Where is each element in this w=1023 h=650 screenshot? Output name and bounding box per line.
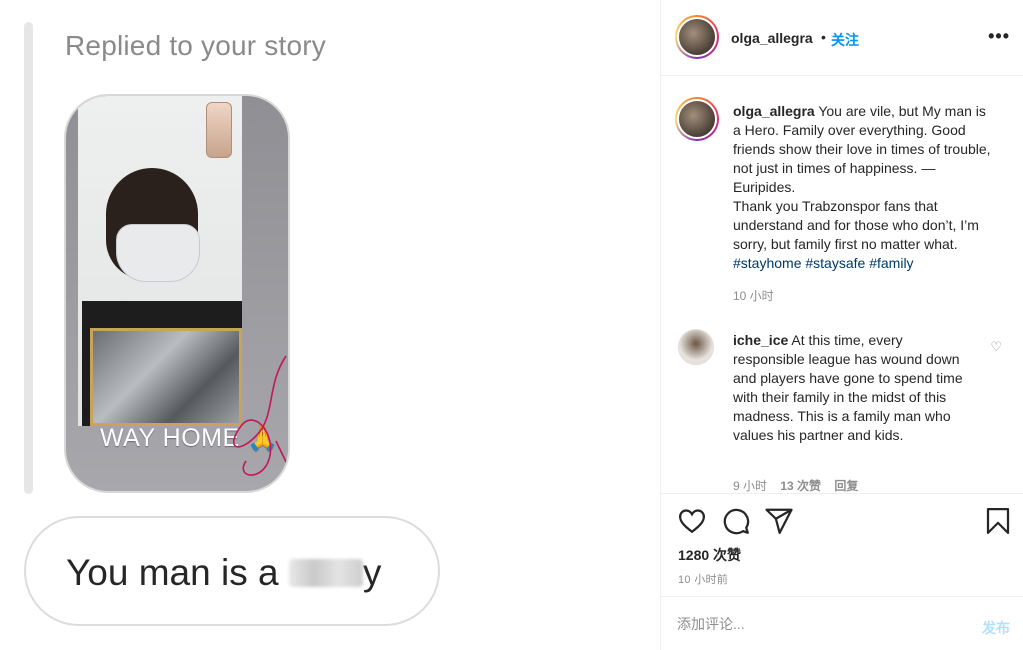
reply-button[interactable]: 回复 — [834, 479, 858, 492]
bookmark-icon[interactable] — [983, 506, 1013, 536]
hashtag-link[interactable]: #family — [869, 255, 913, 271]
post-timestamp: 10 小时前 — [678, 574, 729, 586]
comment-meta: 9 小时 13 次赞 回复 — [733, 477, 868, 492]
post-header: olga_allegra • 关注 ••• — [661, 0, 1023, 76]
face-mask — [116, 224, 200, 282]
share-icon[interactable] — [764, 506, 794, 536]
likes-count[interactable]: 1280 次赞 — [678, 545, 741, 565]
post-actions: 1280 次赞 10 小时前 — [661, 493, 1023, 596]
hashtag-link[interactable]: #staysafe — [805, 255, 865, 271]
pip-video-thumbnail — [206, 102, 232, 158]
comments-list[interactable]: olga_allegra You are vile, but My man is… — [661, 77, 1023, 492]
more-horizontal-icon[interactable]: ••• — [988, 26, 1010, 47]
follow-button[interactable]: 关注 — [831, 30, 859, 50]
replied-label: Replied to your story — [65, 30, 326, 61]
caption-avatar[interactable] — [675, 97, 719, 141]
post-comment-button[interactable]: 发布 — [982, 618, 1010, 638]
comment-text: iche_ice At this time, every responsible… — [733, 332, 963, 443]
header-username[interactable]: olga_allegra — [731, 30, 813, 46]
post-panel: olga_allegra • 关注 ••• olga_allegra You a… — [660, 0, 1023, 650]
comment-like-heart-icon[interactable]: ♡ — [990, 339, 1002, 355]
reply-message-bubble: You man is a y — [24, 516, 440, 626]
comment-timestamp: 9 小时 — [733, 479, 768, 492]
comment-avatar[interactable] — [678, 329, 714, 365]
censor-blur — [288, 559, 363, 587]
story-reply-screenshot: Replied to your story WAY HOME 🙏 You man… — [0, 0, 660, 650]
scribble-drawing — [232, 355, 288, 476]
comment-username[interactable]: iche_ice — [733, 332, 788, 348]
avatar[interactable] — [675, 15, 719, 59]
story-thumbnail: WAY HOME 🙏 — [64, 94, 290, 493]
reply-message-text: You man is a y — [66, 552, 382, 593]
caption-text: olga_allegra You are vile, but My man is… — [733, 103, 991, 271]
caption-username[interactable]: olga_allegra — [733, 103, 815, 119]
caption-timestamp: 10 小时 — [733, 289, 774, 303]
comment-likes[interactable]: 13 次赞 — [780, 479, 821, 492]
heart-icon[interactable] — [677, 506, 707, 536]
separator-dot: • — [821, 29, 826, 45]
comment-input[interactable] — [677, 611, 947, 637]
hashtag-link[interactable]: #stayhome — [733, 255, 801, 271]
comment-icon[interactable] — [721, 506, 751, 536]
comment-composer: 发布 — [661, 596, 1023, 650]
quote-bar — [24, 22, 33, 494]
